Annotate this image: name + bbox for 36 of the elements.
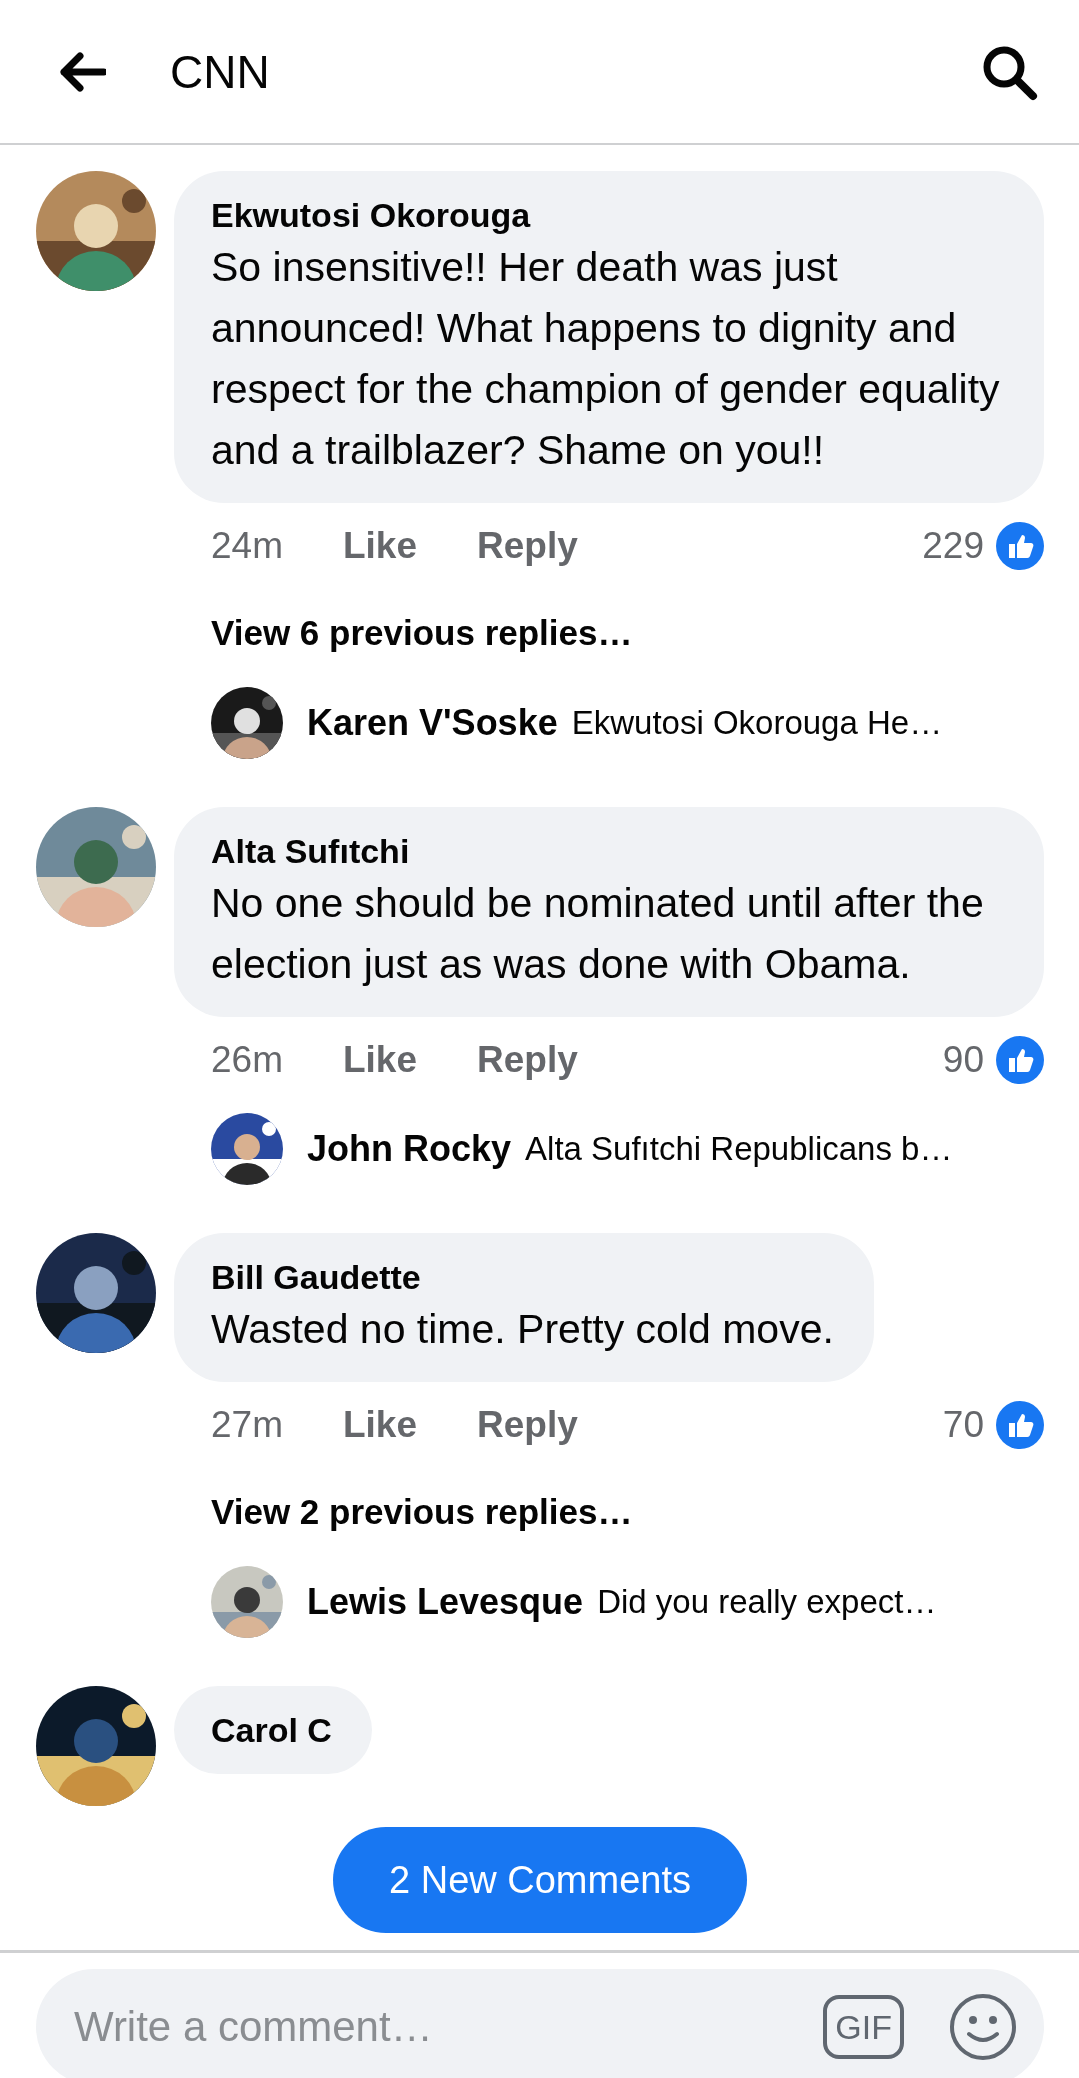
like-link[interactable]: Like	[343, 1404, 418, 1446]
thumbs-up-icon	[996, 522, 1044, 570]
comment-input[interactable]: Write a comment… GIF	[36, 1969, 1044, 2078]
reply-author: Lewis Levesque	[307, 1581, 584, 1623]
page-title: CNN	[170, 44, 271, 99]
reply-author: John Rocky	[307, 1128, 512, 1170]
reaction-count: 229	[922, 525, 984, 567]
like-link[interactable]: Like	[343, 525, 418, 567]
commenter-name: Carol C	[211, 1710, 332, 1751]
commenter-name: Alta Sufıtchi	[211, 831, 411, 872]
reaction-count: 90	[942, 1039, 984, 1081]
reply-snippet: Alta Sufıtchi Republicans b…	[525, 1130, 953, 1168]
reaction-count: 70	[942, 1404, 984, 1446]
reply-link[interactable]: Reply	[477, 1039, 578, 1081]
back-arrow-icon[interactable]	[58, 51, 106, 92]
reply-author: Karen V'Soske	[307, 702, 558, 744]
reply-link[interactable]: Reply	[477, 1404, 578, 1446]
gif-button[interactable]: GIF	[823, 1995, 904, 2059]
view-replies-link[interactable]: View 6 previous replies…	[174, 589, 633, 677]
comment-time: 24m	[211, 525, 283, 567]
like-link[interactable]: Like	[343, 1039, 418, 1081]
commenter-name: Ekwutosi Okorouga	[211, 195, 532, 236]
new-comments-button[interactable]: 2 New Comments	[333, 1827, 747, 1933]
commenter-name: Bill Gaudette	[211, 1257, 422, 1298]
reply-snippet: Ekwutosi Okorouga He…	[571, 704, 943, 742]
comment-time: 27m	[211, 1404, 283, 1446]
thumbs-up-icon	[996, 1401, 1044, 1449]
view-replies-link[interactable]: View 2 previous replies…	[174, 1468, 633, 1556]
reply-snippet: Did you really expect…	[597, 1583, 937, 1621]
comment-text: No one should be nominated until after the election just as was done with Obama.	[211, 879, 985, 989]
thumbs-up-icon	[996, 1036, 1044, 1084]
smiley-icon[interactable]	[948, 1992, 1018, 2062]
reply-link[interactable]: Reply	[477, 525, 578, 567]
comment-text: So insensitive!! Her death was just announced! What happens to dignity and respect for the champion of gender equality and a trailblazer? Shame on you!!	[211, 243, 1001, 475]
comment-text: Wasted no time. Pretty cold move.	[211, 1305, 834, 1354]
comment-time: 26m	[211, 1039, 283, 1081]
